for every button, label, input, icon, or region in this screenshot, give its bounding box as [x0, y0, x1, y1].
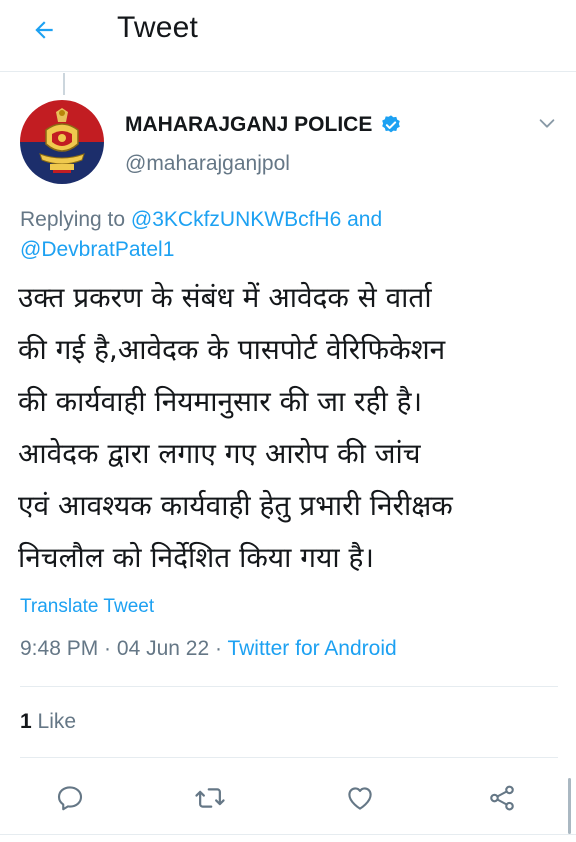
page-title: Tweet: [117, 11, 199, 44]
more-options-button[interactable]: [536, 112, 558, 134]
divider: [20, 686, 558, 687]
back-button[interactable]: [22, 10, 66, 50]
author-display-name[interactable]: MAHARAJGANJ POLICE: [125, 113, 402, 137]
replying-prefix: Replying to: [20, 208, 131, 231]
mention-link[interactable]: @DevbratPatel1: [20, 238, 174, 261]
replying-to: Replying to @3KCkfzUNKWBcfH6 and @Devbrat…: [20, 205, 540, 265]
likes-label: Like: [31, 710, 77, 733]
share-icon: [490, 785, 514, 811]
divider: [0, 834, 576, 835]
mention-link[interactable]: @3KCkfzUNKWBcfH6: [131, 208, 341, 231]
scrollbar-thumb[interactable]: [568, 778, 571, 834]
likes-count[interactable]: 1 Like: [20, 710, 76, 734]
retweet-icon: [195, 788, 225, 808]
divider: [20, 757, 558, 758]
tweet-metadata: 9:48 PM · 04 Jun 22 · Twitter for Androi…: [20, 637, 397, 661]
police-emblem-icon: [20, 100, 104, 184]
tweet-line: आवेदक द्वारा लगाए गए आरोप की जांच: [18, 437, 421, 470]
tweet-text: उक्त प्रकरण के संबंध में आवेदक से वार्ता…: [18, 272, 563, 584]
tweet-line: निचलौल को निर्देशित किया गया है।: [18, 541, 374, 574]
conjunction-text: and: [341, 208, 383, 231]
retweet-button[interactable]: [190, 778, 230, 818]
likes-number: 1: [20, 710, 32, 733]
action-bar: [0, 770, 576, 826]
meta-separator: ·: [98, 637, 117, 660]
tweet-line: एवं आवश्यक कार्यवाही हेतु प्रभारी निरीक्…: [18, 489, 453, 522]
meta-separator: ·: [209, 637, 228, 660]
top-bar: Tweet: [0, 0, 576, 72]
author-name-text: MAHARAJGANJ POLICE: [125, 113, 373, 136]
back-arrow-icon: [35, 21, 53, 39]
translate-tweet-link[interactable]: Translate Tweet: [20, 596, 154, 618]
chevron-down-icon: [539, 119, 555, 128]
reply-button[interactable]: [50, 778, 90, 818]
tweet-time[interactable]: 9:48 PM: [20, 637, 98, 660]
tweet-line: की गई है,आवेदक के पासपोर्ट वेरिफिकेशन: [18, 333, 446, 366]
avatar[interactable]: [20, 100, 104, 184]
tweet-date[interactable]: 04 Jun 22: [117, 637, 209, 660]
reply-icon: [57, 786, 83, 811]
tweet-source-link[interactable]: Twitter for Android: [227, 637, 396, 660]
verified-badge-icon: [382, 115, 401, 133]
heart-icon: [348, 787, 372, 810]
share-button[interactable]: [482, 778, 522, 818]
like-button[interactable]: [340, 778, 380, 818]
tweet-line: की कार्यवाही नियमानुसार की जा रही है।: [18, 385, 423, 418]
thread-connector: [63, 73, 65, 95]
author-handle[interactable]: @maharajganjpol: [125, 152, 290, 176]
tweet-line: उक्त प्रकरण के संबंध में आवेदक से वार्ता: [18, 281, 432, 314]
